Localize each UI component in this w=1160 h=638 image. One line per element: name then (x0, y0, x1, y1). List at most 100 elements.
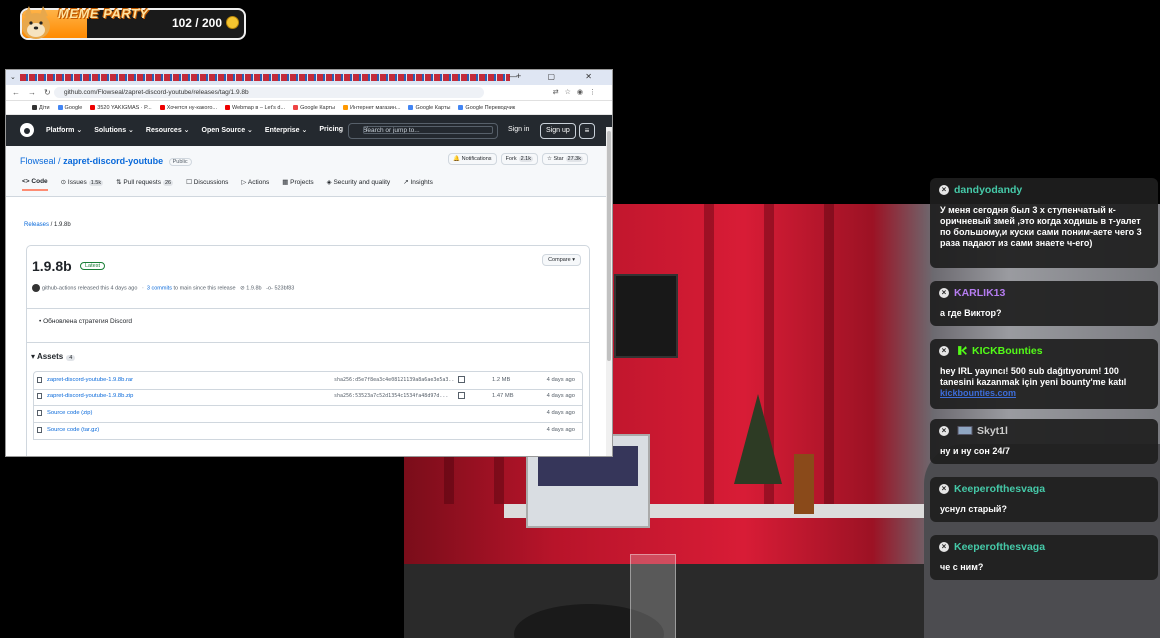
bookmark-item[interactable]: 3520 YAKIGMAS · P... (90, 105, 152, 111)
toolbar-icons[interactable]: ⇄☆◉⋮ (553, 88, 602, 96)
asset-size: 1.47 MB (492, 393, 514, 399)
bookmark-item[interactable]: Google (57, 104, 82, 111)
repo-tab[interactable]: <> Code (22, 178, 48, 191)
repo-title: Flowseal / zapret-discord-youtube Public (20, 156, 192, 166)
github-nav-item[interactable]: Solutions ⌄ (94, 126, 134, 134)
github-logo-icon[interactable] (20, 123, 34, 137)
fork-button[interactable]: Fork 2.1k (500, 153, 538, 165)
breadcrumb-current: 1.9.8b (54, 222, 71, 228)
bookmark-item[interactable]: Интернет магазин... (343, 105, 400, 111)
bookmark-item[interactable]: Хочется ну-какого... (159, 105, 217, 111)
copy-icon[interactable] (458, 376, 465, 383)
chat-link[interactable]: kickbounties.com (940, 388, 1016, 398)
release-meta: github-actions released this 4 days ago … (32, 284, 294, 292)
asset-sha: sha256:53523a7c52d1354c1534fa48d97d... (334, 393, 449, 399)
chat-text: hey IRL yayıncı! 500 sub dağıtıyorum! 10… (940, 366, 1127, 398)
notifications-button[interactable]: 🔔 Notifications (448, 153, 497, 165)
asset-row[interactable]: zapret-discord-youtube-1.9.8b.zip sha256:… (33, 388, 583, 406)
chat-username[interactable]: Skyt1l (977, 425, 1008, 437)
bookmark-item[interactable]: Google Карты (408, 105, 450, 111)
bottle (794, 454, 814, 514)
close-icon[interactable]: × (939, 484, 949, 494)
asset-row[interactable]: Source code (tar.gz) 4 days ago (33, 422, 583, 440)
tab-strip[interactable] (20, 74, 510, 81)
copy-icon[interactable] (458, 392, 465, 399)
url-field[interactable]: github.com/Flowseal/zapret-discord-youtu… (54, 87, 484, 98)
close-icon[interactable]: × (939, 346, 949, 356)
asset-date: 4 days ago (546, 427, 575, 433)
asset-date: 4 days ago (546, 393, 575, 399)
bookmark-icon (343, 104, 349, 110)
browser-window[interactable]: ⌄ + — ▢ ✕ ←→↻ github.com/Flowseal/zapret… (5, 69, 613, 457)
bookmark-icon (57, 104, 63, 110)
asset-name[interactable]: Source code (tar.gz) (47, 427, 99, 433)
commits-link[interactable]: 3 commits (147, 285, 172, 291)
bookmark-icon (224, 104, 230, 110)
bookmarks-bar: Діти Google 3520 YAKIGMAS · P... Хочется ну… (6, 101, 612, 115)
close-icon[interactable]: × (939, 288, 949, 298)
repo-tab[interactable]: ▦ Projects (282, 178, 313, 191)
chat-text: уснул старый? (940, 504, 1007, 514)
repo-owner-link[interactable]: Flowseal (20, 156, 56, 166)
bookmark-item[interactable]: Webmap в – Let's d... (224, 104, 285, 111)
sign-in-link[interactable]: Sign in (508, 126, 529, 133)
assets-toggle[interactable]: ▾ Assets 4 (31, 352, 76, 361)
chat-message: × KICKBounties hey IRL yayıncı! 500 sub da… (930, 339, 1158, 409)
repo-tab[interactable]: ⊙ Issues 1.5k (61, 178, 104, 191)
public-badge: Public (168, 157, 192, 166)
repo-tab[interactable]: ▷ Actions (241, 178, 269, 191)
github-nav-item[interactable]: Open Source ⌄ (202, 126, 253, 134)
chat-text: ну и ну сон 24/7 (940, 446, 1010, 456)
repo-tab[interactable]: ⇅ Pull requests 26 (116, 178, 174, 191)
package-icon (37, 427, 42, 433)
asset-row[interactable]: Source code (zip) 4 days ago (33, 405, 583, 423)
release-author[interactable]: github-actions (42, 285, 76, 291)
github-nav-item[interactable]: Resources ⌄ (146, 126, 190, 134)
release-commit[interactable]: 523bf83 (274, 285, 294, 291)
window-controls[interactable]: — ▢ ✕ (509, 72, 606, 81)
bookmark-item[interactable]: Google Карты (293, 105, 335, 111)
tab-bar: ⌄ + — ▢ ✕ (6, 70, 612, 85)
breadcrumb-releases[interactable]: Releases (24, 222, 49, 228)
close-icon[interactable]: × (939, 542, 949, 552)
chat-username[interactable]: KICKBounties (972, 345, 1043, 357)
release-tag[interactable]: 1.9.8b (246, 285, 261, 291)
github-nav-item[interactable]: Platform ⌄ (46, 126, 82, 134)
menu-icon[interactable]: ≡ (579, 123, 595, 139)
chat-username[interactable]: KARLIK13 (954, 287, 1005, 299)
asset-name[interactable]: zapret-discord-youtube-1.9.8b.zip (47, 393, 133, 399)
sign-up-button[interactable]: Sign up (540, 123, 576, 139)
close-icon[interactable]: × (939, 185, 949, 195)
github-search-input[interactable]: Search or jump to... / (348, 123, 498, 139)
nav-buttons[interactable]: ←→↻ (12, 88, 59, 97)
meme-party-widget: MEME PARTY 102 / 200 (20, 6, 246, 40)
github-nav-item[interactable]: Enterprise ⌄ (265, 126, 307, 134)
scrollbar[interactable] (606, 127, 612, 456)
asset-name[interactable]: zapret-discord-youtube-1.9.8b.rar (47, 377, 133, 383)
tab-search-icon[interactable]: ⌄ (10, 73, 16, 81)
asset-name[interactable]: Source code (zip) (47, 410, 92, 416)
github-nav: Platform ⌄ Solutions ⌄ Resources ⌄ Open Sou… (46, 126, 343, 134)
url-text: github.com/Flowseal/zapret-discord-youtu… (64, 89, 249, 96)
bookmark-item[interactable]: Діти (32, 105, 50, 111)
doge-icon (22, 6, 50, 39)
github-header: Platform ⌄ Solutions ⌄ Resources ⌄ Open Sou… (6, 115, 612, 146)
compare-button[interactable]: Compare ▾ (542, 254, 581, 266)
repo-tab[interactable]: ☐ Discussions (186, 178, 228, 191)
close-icon[interactable]: × (939, 426, 949, 436)
bookmark-icon (408, 104, 414, 110)
chat-message: × Keeperofthesvaga че с ним? (930, 535, 1158, 580)
star-button[interactable]: ☆ Star 27.3k (541, 153, 588, 165)
chat-username[interactable]: Keeperofthesvaga (954, 541, 1045, 553)
bookmark-item[interactable]: Google Переводчик (458, 105, 515, 111)
repo-actions: 🔔 Notifications Fork 2.1k ☆ Star 27.3k (448, 153, 588, 165)
kick-icon (958, 346, 967, 355)
bookmark-icon (32, 104, 37, 110)
chat-username[interactable]: Keeperofthesvaga (954, 483, 1045, 495)
repo-tab[interactable]: ↗ Insights (403, 178, 433, 191)
package-icon (37, 377, 42, 383)
chat-username[interactable]: dandyodandy (954, 184, 1022, 196)
github-nav-item[interactable]: Pricing (319, 126, 343, 134)
repo-name-link[interactable]: zapret-discord-youtube (63, 156, 163, 166)
repo-tab[interactable]: ◈ Security and quality (327, 178, 391, 191)
